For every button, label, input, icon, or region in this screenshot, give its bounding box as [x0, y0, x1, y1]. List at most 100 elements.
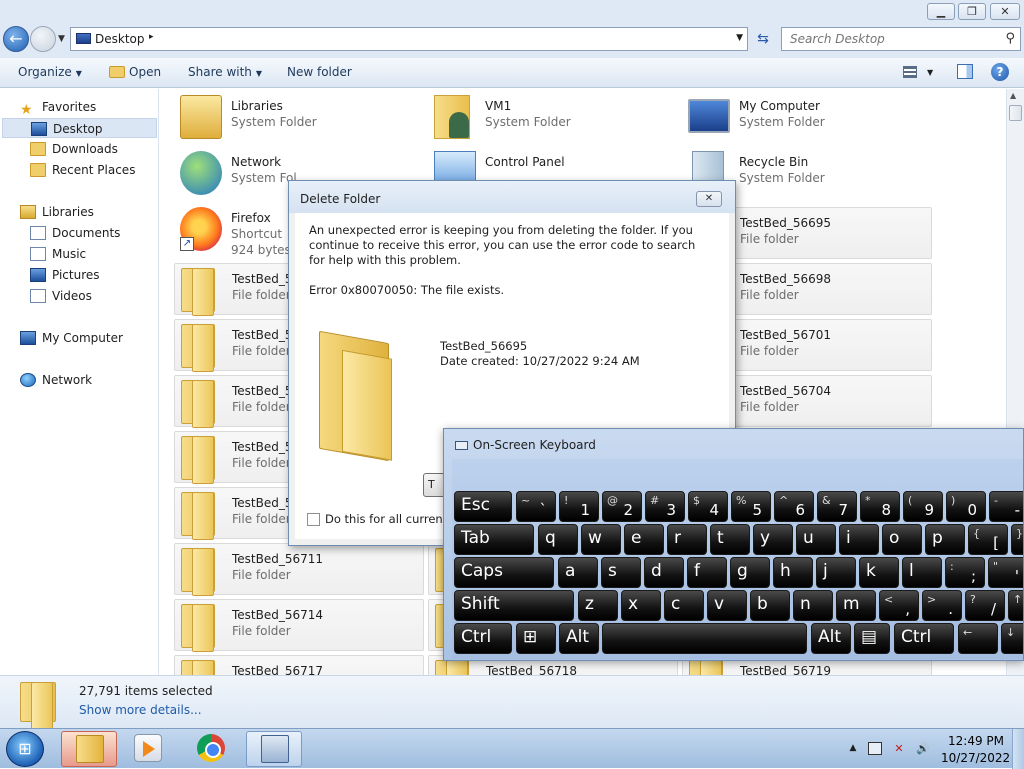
taskbar-chrome-button[interactable]	[183, 731, 239, 767]
nav-network[interactable]: Network	[20, 370, 92, 390]
search-icon[interactable]: ⚲	[1005, 31, 1015, 46]
key-quote[interactable]: " '	[988, 557, 1023, 588]
key-minus[interactable]: --	[989, 491, 1023, 522]
key-q[interactable]: q	[538, 524, 578, 555]
key-menu[interactable]: ▤	[854, 623, 890, 654]
key-g[interactable]: g	[730, 557, 770, 588]
apply-to-all-label[interactable]: Do this for all current it	[325, 512, 459, 526]
key-9[interactable]: (9	[903, 491, 943, 522]
clock-time[interactable]: 12:49 PM	[948, 734, 1004, 748]
key-l[interactable]: l	[902, 557, 942, 588]
nav-videos[interactable]: Videos	[30, 286, 92, 306]
minimize-button[interactable]: ▁	[927, 3, 955, 20]
close-button[interactable]: ✕	[990, 3, 1020, 20]
key-x[interactable]: x	[621, 590, 661, 621]
chevron-down-icon[interactable]: ▼	[736, 33, 743, 43]
key-y[interactable]: y	[753, 524, 793, 555]
apply-to-all-checkbox[interactable]	[307, 513, 320, 526]
network-tray-icon[interactable]	[868, 742, 882, 755]
title-bar[interactable]: ▁ ❐ ✕	[0, 0, 1024, 24]
key-down-arrow[interactable]: ↓	[1001, 623, 1023, 654]
address-bar[interactable]: Desktop ▸ ▼	[70, 27, 748, 51]
preview-pane-icon[interactable]	[957, 64, 973, 79]
key-c[interactable]: c	[664, 590, 704, 621]
search-input[interactable]	[782, 28, 992, 50]
key-ctrl-left[interactable]: Ctrl	[454, 623, 512, 654]
key-w[interactable]: w	[581, 524, 621, 555]
key-d[interactable]: d	[644, 557, 684, 588]
show-desktop-button[interactable]	[1012, 729, 1024, 769]
key-4[interactable]: $4	[688, 491, 728, 522]
dialog-close-button[interactable]: ✕	[696, 191, 722, 207]
key-v[interactable]: v	[707, 590, 747, 621]
key-up-arrow[interactable]: ↑	[1008, 590, 1023, 621]
refresh-button[interactable]: ⇆	[752, 29, 774, 51]
nav-documents[interactable]: Documents	[30, 223, 120, 243]
key-t[interactable]: t	[710, 524, 750, 555]
key-n[interactable]: n	[793, 590, 833, 621]
show-more-details-link[interactable]: Show more details...	[79, 703, 202, 717]
key-u[interactable]: u	[796, 524, 836, 555]
nav-my-computer[interactable]: My Computer	[20, 328, 123, 348]
key-o[interactable]: o	[882, 524, 922, 555]
nav-recent-places[interactable]: Recent Places	[30, 160, 135, 180]
search-box[interactable]: ⚲	[781, 27, 1021, 51]
volume-icon[interactable]: 🔊	[916, 742, 930, 755]
key-0[interactable]: ) 0	[946, 491, 986, 522]
key-alt-left[interactable]: Alt	[559, 623, 599, 654]
address-path[interactable]: Desktop	[95, 32, 145, 46]
key-windows[interactable]: ⊞	[516, 623, 556, 654]
key-s[interactable]: s	[601, 557, 641, 588]
key-r[interactable]: r	[667, 524, 707, 555]
item-libraries[interactable]: Libraries System Folder	[174, 91, 424, 143]
key-7[interactable]: & 7	[817, 491, 857, 522]
item-testbed-56711[interactable]: TestBed_56711 File folder	[174, 543, 424, 596]
scroll-up-icon[interactable]: ▲	[1010, 91, 1016, 100]
taskbar-media-player-button[interactable]	[120, 731, 176, 767]
key-left-arrow[interactable]: ←	[958, 623, 998, 654]
key-period[interactable]: >.	[922, 590, 962, 621]
taskbar-explorer-button[interactable]	[61, 731, 117, 767]
key-6[interactable]: ^ 6	[774, 491, 814, 522]
item-testbed-56717[interactable]: TestBed_56717	[174, 655, 424, 675]
forward-button[interactable]	[30, 26, 56, 52]
taskbar-osk-button[interactable]	[246, 731, 302, 767]
breadcrumb-arrow-icon[interactable]: ▸	[149, 32, 154, 42]
clock-date[interactable]: 10/27/2022	[941, 751, 1010, 765]
key-5[interactable]: % 5	[731, 491, 771, 522]
item-testbed-56714[interactable]: TestBed_56714 File folder	[174, 599, 424, 652]
key-tab[interactable]: Tab	[454, 524, 534, 555]
key-right-bracket[interactable]: }]	[1011, 524, 1023, 555]
key-a[interactable]: a	[558, 557, 598, 588]
key-space[interactable]	[602, 623, 807, 654]
open-button[interactable]: Open	[109, 65, 161, 79]
nav-downloads[interactable]: Downloads	[30, 139, 118, 159]
key-b[interactable]: b	[750, 590, 790, 621]
key-comma[interactable]: <,	[879, 590, 919, 621]
key-f[interactable]: f	[687, 557, 727, 588]
key-tilde[interactable]: ~ `	[516, 491, 556, 522]
key-esc[interactable]: Esc	[454, 491, 512, 522]
item-my-computer[interactable]: My Computer System Folder	[682, 91, 932, 143]
key-left-bracket[interactable]: {[	[968, 524, 1008, 555]
key-p[interactable]: p	[925, 524, 965, 555]
key-e[interactable]: e	[624, 524, 664, 555]
recent-pages-dropdown[interactable]: ▼	[58, 34, 65, 44]
key-8[interactable]: * 8	[860, 491, 900, 522]
key-k[interactable]: k	[859, 557, 899, 588]
organize-button[interactable]: Organize ▼	[18, 65, 82, 79]
key-ctrl-right[interactable]: Ctrl	[894, 623, 954, 654]
key-shift[interactable]: Shift	[454, 590, 574, 621]
action-center-flag-icon[interactable]: ✕	[892, 742, 906, 755]
nav-music[interactable]: Music	[30, 244, 86, 264]
scrollbar-thumb[interactable]	[1009, 105, 1022, 121]
item-vm1[interactable]: VM1 System Folder	[428, 91, 678, 143]
share-with-button[interactable]: Share with ▼	[188, 65, 262, 79]
new-folder-button[interactable]: New folder	[287, 65, 352, 79]
help-icon[interactable]: ?	[991, 63, 1009, 81]
start-button[interactable]: ⊞	[6, 731, 44, 767]
show-hidden-icons-icon[interactable]: ▲	[846, 742, 860, 755]
nav-desktop[interactable]: Desktop	[2, 118, 157, 138]
maximize-button[interactable]: ❐	[958, 3, 986, 20]
view-options-icon[interactable]	[903, 66, 917, 78]
